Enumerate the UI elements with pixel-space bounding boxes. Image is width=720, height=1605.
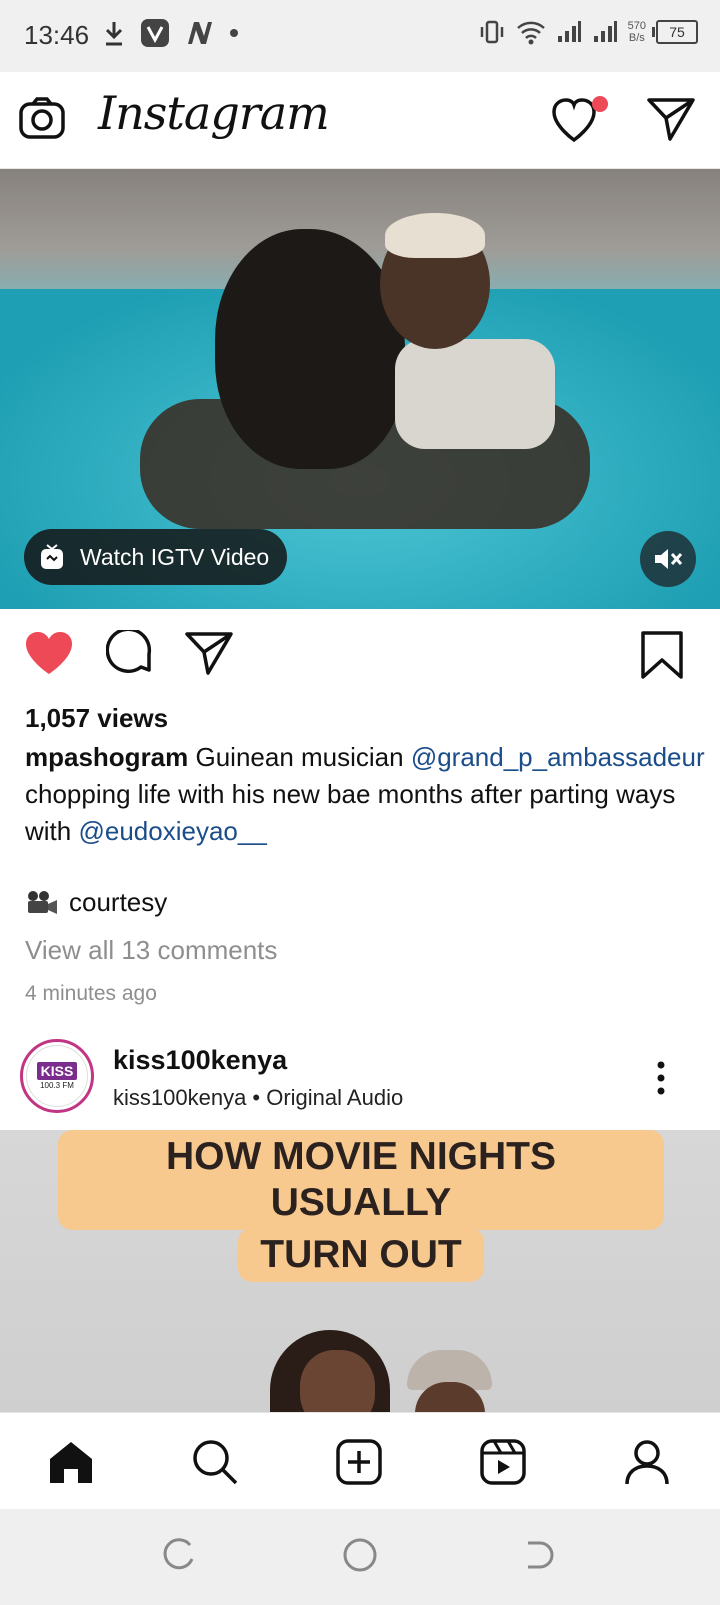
more-options-button[interactable] bbox=[656, 1061, 666, 1100]
home-button[interactable] bbox=[342, 1537, 378, 1578]
post-video[interactable]: Watch IGTV Video bbox=[0, 169, 720, 609]
signal-icon-2 bbox=[593, 21, 617, 42]
movie-camera-icon bbox=[28, 890, 57, 914]
video-figure bbox=[395, 339, 555, 449]
caption-mention[interactable]: @grand_p_ambassadeur bbox=[411, 742, 705, 772]
caption-courtesy: courtesy bbox=[25, 887, 167, 918]
banner-line-2: TURN OUT bbox=[238, 1228, 484, 1282]
video-figure bbox=[215, 229, 405, 469]
reels-icon bbox=[480, 1439, 526, 1485]
app-v-icon bbox=[141, 19, 169, 47]
camera-icon bbox=[19, 97, 65, 139]
direct-messages-button[interactable] bbox=[646, 96, 696, 147]
status-system-icons: 570 B/s 75 bbox=[478, 18, 698, 46]
search-icon bbox=[193, 1440, 238, 1485]
nav-create[interactable] bbox=[334, 1437, 384, 1487]
post-username[interactable]: kiss100kenya bbox=[113, 1045, 287, 1076]
like-button[interactable] bbox=[24, 630, 74, 681]
banner-line-1: HOW MOVIE NIGHTS USUALLY bbox=[58, 1130, 664, 1230]
profile-icon bbox=[625, 1440, 669, 1485]
mute-button[interactable] bbox=[640, 531, 696, 587]
watch-igtv-label: Watch IGTV Video bbox=[80, 543, 270, 570]
circle-home-icon bbox=[343, 1538, 377, 1572]
more-vertical-icon bbox=[657, 1061, 665, 1095]
view-count: 1,057 views bbox=[25, 703, 169, 733]
paper-plane-icon bbox=[185, 632, 233, 675]
signal-icon-1 bbox=[557, 21, 581, 42]
nav-profile[interactable] bbox=[622, 1437, 672, 1487]
speaker-muted-icon bbox=[655, 549, 683, 569]
caption-username[interactable]: mpashogram bbox=[25, 742, 188, 772]
igtv-icon bbox=[41, 544, 63, 569]
nav-reels[interactable] bbox=[478, 1437, 528, 1487]
post-actions bbox=[0, 627, 720, 686]
heart-filled-icon bbox=[26, 632, 72, 674]
kiss-logo: KISS 100.3 FM bbox=[26, 1045, 88, 1107]
wifi-icon bbox=[516, 21, 545, 45]
network-speed-value: 570 bbox=[627, 20, 646, 32]
caption-mention[interactable]: @eudoxieyao__ bbox=[78, 816, 266, 846]
post-caption: mpashogram Guinean musician @grand_p_amb… bbox=[25, 739, 705, 850]
view-all-comments-link[interactable]: View all 13 comments bbox=[25, 935, 277, 966]
nav-search[interactable] bbox=[190, 1437, 240, 1487]
home-icon bbox=[50, 1442, 92, 1483]
app-n-icon bbox=[188, 22, 212, 44]
video-figure bbox=[385, 213, 485, 258]
post-header: KISS 100.3 FM kiss100kenya kiss100kenya … bbox=[0, 1035, 720, 1125]
instagram-logo[interactable]: Instagram bbox=[98, 86, 330, 140]
bookmark-icon bbox=[641, 631, 683, 679]
comment-button[interactable] bbox=[105, 627, 154, 681]
status-notification-icons bbox=[102, 18, 240, 48]
comment-icon bbox=[105, 627, 152, 673]
save-button[interactable] bbox=[640, 630, 684, 685]
avatar-logo-text: KISS bbox=[36, 1062, 78, 1080]
status-bar: 13:46 570 B/s 75 bbox=[0, 0, 720, 72]
video-caption-banner: HOW MOVIE NIGHTS USUALLY TURN OUT bbox=[58, 1130, 664, 1282]
original-audio-link[interactable]: kiss100kenya • Original Audio bbox=[113, 1085, 403, 1111]
activity-button[interactable] bbox=[550, 94, 610, 151]
caption-text: Guinean musician bbox=[188, 742, 411, 772]
avatar[interactable]: KISS 100.3 FM bbox=[20, 1039, 94, 1113]
vibrate-icon bbox=[480, 20, 503, 44]
courtesy-text: courtesy bbox=[69, 887, 168, 917]
battery-indicator: 75 bbox=[652, 20, 698, 44]
bottom-navigation bbox=[0, 1412, 720, 1510]
paper-plane-icon bbox=[647, 98, 695, 141]
network-speed: 570 B/s bbox=[628, 20, 646, 44]
back-button[interactable] bbox=[522, 1537, 556, 1576]
back-icon bbox=[528, 1541, 554, 1569]
download-icon bbox=[105, 22, 123, 46]
nav-home[interactable] bbox=[46, 1437, 96, 1487]
app-header: Instagram bbox=[0, 72, 720, 169]
post-video[interactable]: HOW MOVIE NIGHTS USUALLY TURN OUT bbox=[0, 1130, 720, 1412]
avatar-logo-subtext: 100.3 FM bbox=[40, 1081, 74, 1090]
system-navigation-bar bbox=[0, 1509, 720, 1605]
recent-apps-button[interactable] bbox=[162, 1537, 196, 1576]
status-time: 13:46 bbox=[24, 20, 90, 50]
share-button[interactable] bbox=[184, 630, 234, 681]
post-timestamp: 4 minutes ago bbox=[25, 982, 157, 1005]
watch-igtv-button[interactable]: Watch IGTV Video bbox=[24, 529, 288, 585]
heart-icon bbox=[552, 96, 608, 143]
plus-square-icon bbox=[336, 1439, 382, 1485]
network-speed-unit: B/s bbox=[628, 32, 645, 44]
video-figure bbox=[300, 1350, 375, 1412]
dot-icon bbox=[230, 29, 238, 37]
recent-apps-icon bbox=[163, 1538, 194, 1570]
camera-button[interactable] bbox=[18, 96, 66, 145]
